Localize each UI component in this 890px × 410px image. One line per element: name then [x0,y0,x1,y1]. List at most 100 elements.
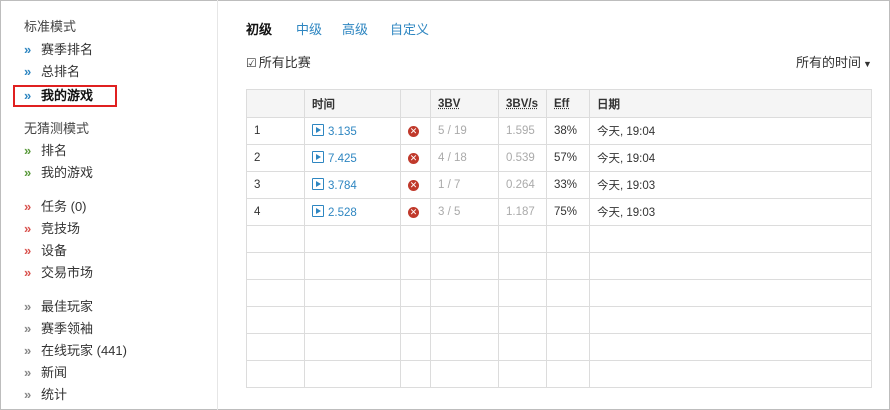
lost-icon: ✕ [408,207,419,218]
row-number: 1 [246,117,305,145]
sidebar-item-label: 排名 [41,143,68,158]
chevron-icon: » [24,64,32,79]
replay-icon [312,151,324,163]
col-header-time[interactable]: 时间 [304,89,401,118]
sidebar-item-label: 赛季排名 [41,42,94,57]
3bv-value: 4 / 18 [430,144,499,172]
sidebar: 标准模式 » 赛季排名 » 总排名 » 我的游戏 无猜测模式 » 排名 » 我的游戏 » 任… [0,0,218,410]
sidebar-item-online-players[interactable]: » 在线玩家 (441) [24,341,127,361]
status-cell: ✕ [400,144,431,172]
all-games-filter[interactable]: ☑ 所有比赛 [246,52,311,71]
replay-icon [312,205,324,217]
status-cell: ✕ [400,117,431,145]
sidebar-item-equipment[interactable]: » 设备 [24,241,67,261]
sidebar-item-label: 赛季领袖 [41,321,94,336]
sidebar-item-my-games-standard[interactable]: » 我的游戏 [24,86,93,106]
sidebar-item-label: 交易市场 [41,265,94,280]
row-number: 4 [246,198,305,226]
chevron-icon: » [24,199,32,214]
table-row: 2 7.425 ✕ 4 / 18 0.539 57% 今天, 19:04 [246,144,872,172]
chevron-icon: » [24,243,32,258]
table-row-empty [246,252,872,280]
game-time-link[interactable]: 3.784 [304,171,401,199]
time-value[interactable]: 3.784 [328,180,357,192]
sidebar-item-arena[interactable]: » 竞技场 [24,219,80,239]
eff-value: 57% [546,144,590,172]
table-row: 4 2.528 ✕ 3 / 5 1.187 75% 今天, 19:03 [246,198,872,226]
status-cell: ✕ [400,198,431,226]
tab-custom[interactable]: 自定义 [390,19,429,38]
col-header-num [246,89,305,118]
sidebar-item-label: 任务 (0) [41,199,87,214]
col-header-status [400,89,431,118]
tab-expert[interactable]: 高级 [342,19,368,38]
table-row-empty [246,360,872,388]
chevron-icon: » [24,143,32,158]
table-row-empty [246,333,872,361]
date-value: 今天, 19:03 [589,171,872,199]
game-time-link[interactable]: 3.135 [304,117,401,145]
sidebar-item-label: 最佳玩家 [41,299,94,314]
status-cell: ✕ [400,171,431,199]
sidebar-item-statistics[interactable]: » 统计 [24,385,67,405]
sidebar-item-label: 统计 [41,387,68,402]
chevron-icon: » [24,42,32,57]
chevron-icon: » [24,165,32,180]
date-value: 今天, 19:04 [589,144,872,172]
sidebar-item-label: 我的游戏 [41,88,94,103]
date-value: 今天, 19:04 [589,117,872,145]
time-value[interactable]: 2.528 [328,207,357,219]
sidebar-item-label: 竞技场 [41,221,81,236]
time-filter-dropdown[interactable]: 所有的时间 ▼ [796,52,872,71]
table-row: 1 3.135 ✕ 5 / 19 1.595 38% 今天, 19:04 [246,117,872,145]
games-table: 时间 3BV 3BV/s Eff 日期 1 3.135 ✕ 5 / 19 1.5… [246,89,872,388]
replay-icon [312,178,324,190]
chevron-icon: » [24,321,32,336]
sidebar-item-season-leaders[interactable]: » 赛季领袖 [24,319,93,339]
chevron-icon: » [24,299,32,314]
tab-beginner[interactable]: 初级 [246,19,272,38]
time-value[interactable]: 3.135 [328,126,357,138]
eff-value: 38% [546,117,590,145]
all-games-label: 所有比赛 [258,55,311,70]
col-header-3bvs[interactable]: 3BV/s [498,89,547,118]
caret-down-icon: ▼ [863,59,872,69]
table-row-empty [246,279,872,307]
sidebar-item-season-ranking[interactable]: » 赛季排名 [24,40,93,60]
date-value: 今天, 19:03 [589,198,872,226]
sidebar-item-nonguess-ranking[interactable]: » 排名 [24,141,67,161]
chevron-icon: » [24,88,32,103]
nonguess-mode-heading: 无猜测模式 [24,121,90,136]
chevron-icon: » [24,365,32,380]
eff-value: 75% [546,198,590,226]
sidebar-item-label: 总排名 [41,64,81,79]
chevron-icon: » [24,387,32,402]
table-header-row: 时间 3BV 3BV/s Eff 日期 [246,89,872,118]
sidebar-item-marketplace[interactable]: » 交易市场 [24,263,93,283]
replay-icon [312,124,324,136]
chevron-icon: » [24,221,32,236]
col-header-3bv[interactable]: 3BV [430,89,499,118]
sidebar-item-best-players[interactable]: » 最佳玩家 [24,297,93,317]
col-header-eff[interactable]: Eff [546,89,590,118]
sidebar-item-label: 我的游戏 [41,165,94,180]
lost-icon: ✕ [408,153,419,164]
3bvs-value: 0.264 [498,171,547,199]
row-number: 2 [246,144,305,172]
table-row-empty [246,225,872,253]
game-time-link[interactable]: 7.425 [304,144,401,172]
sidebar-item-overall-ranking[interactable]: » 总排名 [24,62,80,82]
col-header-date[interactable]: 日期 [589,89,872,118]
time-value[interactable]: 7.425 [328,153,357,165]
checkbox-checked-icon[interactable]: ☑ [246,56,257,70]
sidebar-item-quests[interactable]: » 任务 (0) [24,197,87,217]
game-time-link[interactable]: 2.528 [304,198,401,226]
tab-intermediate[interactable]: 中级 [296,19,322,38]
standard-mode-heading: 标准模式 [24,19,77,34]
eff-value: 33% [546,171,590,199]
sidebar-item-news[interactable]: » 新闻 [24,363,67,383]
sidebar-item-my-games-nonguess[interactable]: » 我的游戏 [24,163,93,183]
time-filter-label: 所有的时间 [796,55,862,70]
lost-icon: ✕ [408,180,419,191]
sidebar-item-label: 新闻 [41,365,68,380]
